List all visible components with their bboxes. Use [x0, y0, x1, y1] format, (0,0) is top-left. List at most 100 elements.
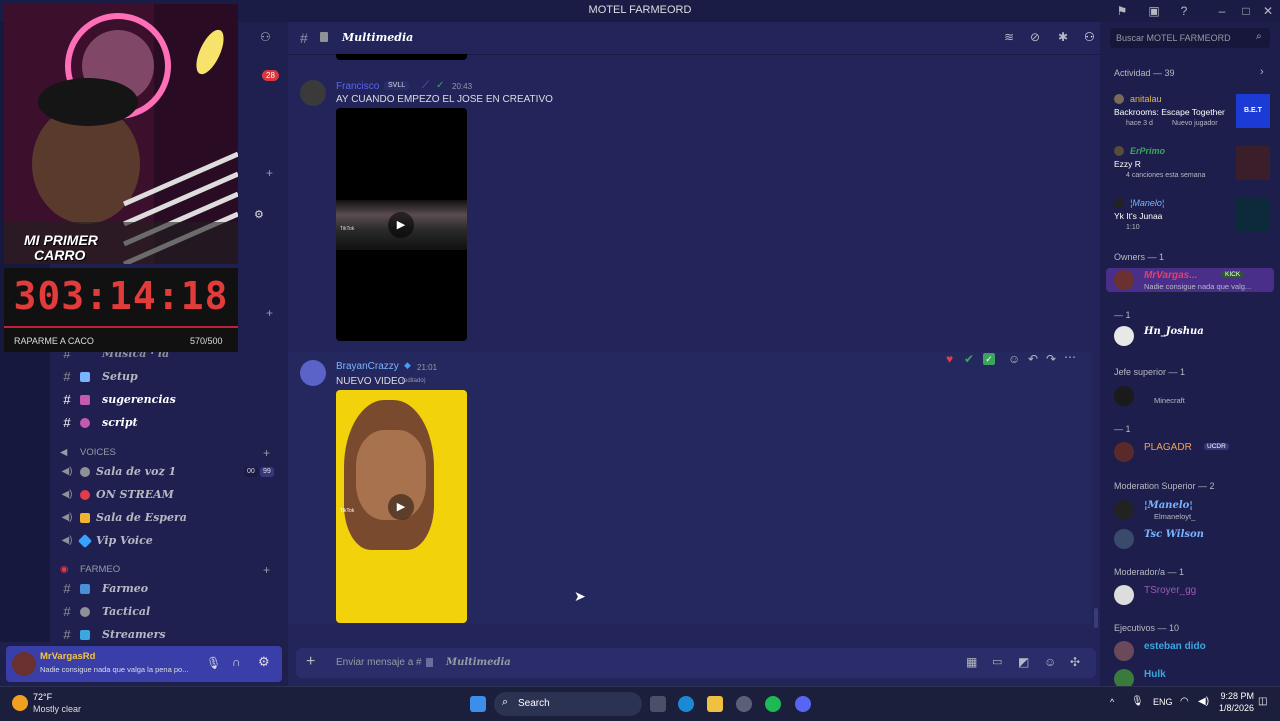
video-embed[interactable]: TikTok ▶: [336, 390, 467, 623]
windows-start-icon[interactable]: [470, 696, 486, 712]
checkbox-reaction-icon[interactable]: ✓: [983, 353, 995, 365]
timer-value: 303:14:18: [13, 274, 229, 318]
screen-icon[interactable]: ▣: [1146, 3, 1162, 19]
activity-item[interactable]: ¦Manelo¦ Yk It's Junaa 1:10: [1100, 198, 1280, 244]
file-explorer-icon[interactable]: [707, 696, 723, 712]
member-row[interactable]: Minecraft: [1100, 384, 1280, 408]
mute-notifications-icon[interactable]: ⊘: [1030, 30, 1040, 44]
activity-title: Backrooms: Escape Together: [1114, 107, 1225, 117]
clock-time[interactable]: 9:28 PM: [1218, 691, 1254, 701]
clock-date[interactable]: 1/8/2026: [1210, 703, 1254, 713]
member-row[interactable]: ¦Manelo¦ Elmaneloyt_: [1100, 498, 1280, 522]
discord-icon[interactable]: [795, 696, 811, 712]
volume-icon[interactable]: ◀): [1198, 696, 1209, 707]
member-name: TSroyer_gg: [1144, 585, 1197, 596]
help-icon[interactable]: ?: [1176, 3, 1192, 19]
app-icon[interactable]: [736, 696, 752, 712]
message-composer[interactable]: + Enviar mensaje a # Multimedia ▦ ▭ ◩ ☺ …: [296, 648, 1096, 678]
search-input[interactable]: Buscar MOTEL FARMEORD ⌕: [1110, 28, 1270, 48]
message-author[interactable]: Francisco: [336, 81, 379, 92]
member-row[interactable]: Tsc Wilson: [1100, 527, 1280, 551]
notification-bell-icon[interactable]: ◫: [1258, 696, 1267, 707]
member-row[interactable]: PLAGADR UCDR: [1100, 440, 1280, 464]
chevron-up-icon[interactable]: ^: [1110, 697, 1114, 707]
member-list-icon[interactable]: ⚇: [1084, 30, 1095, 44]
channel-item-setup[interactable]: # Setup: [58, 367, 282, 387]
video-embed[interactable]: TikTok ▶: [336, 108, 467, 341]
language-indicator[interactable]: ENG: [1153, 697, 1173, 707]
upload-plus-icon[interactable]: +: [306, 653, 315, 671]
more-options-icon[interactable]: ⋯: [1064, 350, 1076, 364]
inbox-icon[interactable]: ⚑: [1114, 3, 1130, 19]
voice-channel-sala-de-espera[interactable]: ◀) Sala de Espera: [58, 508, 282, 528]
channel-item-script[interactable]: # script: [58, 413, 282, 433]
voice-channel-vip-voice[interactable]: ◀) Vip Voice: [58, 531, 282, 551]
channel-emoji-icon: [426, 658, 433, 667]
play-icon[interactable]: ▶: [388, 494, 414, 520]
channel-emoji-icon: [80, 395, 90, 405]
user-panel[interactable]: MrVargasRd Nadie consigue nada que valga…: [6, 646, 282, 682]
channel-item-farmeo[interactable]: # Farmeo: [58, 579, 282, 599]
microphone-icon[interactable]: 🎙︎: [1131, 696, 1144, 707]
add-channel-icon[interactable]: +: [263, 562, 270, 578]
member-row[interactable]: MrVargas... KICK Nadie consigue nada que…: [1106, 268, 1274, 292]
taskbar-search[interactable]: ⌕ Search: [494, 692, 642, 716]
task-view-icon[interactable]: [650, 696, 666, 712]
channel-item-tactical[interactable]: # Tactical: [58, 602, 282, 622]
avatar[interactable]: [12, 652, 36, 676]
member-row[interactable]: esteban dido: [1100, 639, 1280, 663]
webcam-caption-2: CARRO: [34, 247, 86, 263]
avatar[interactable]: [300, 360, 326, 386]
gif-icon[interactable]: ▭: [992, 655, 1002, 668]
pin-icon[interactable]: ✱: [1058, 30, 1068, 44]
activity-user: ¦Manelo¦: [1130, 198, 1165, 208]
edge-icon[interactable]: [678, 696, 694, 712]
role-icon: ⟋: [422, 80, 429, 91]
close-icon[interactable]: ✕: [1260, 3, 1276, 19]
category-voices[interactable]: ◀ VOICES +: [58, 445, 282, 461]
member-row[interactable]: TSroyer_gg: [1100, 583, 1280, 607]
hash-icon: #: [63, 392, 71, 407]
channel-settings-icon[interactable]: ⚙: [254, 208, 264, 221]
apps-icon[interactable]: ✣: [1070, 655, 1080, 669]
message-author[interactable]: BrayanCrazzy: [336, 361, 399, 372]
channel-item-sugerencias[interactable]: # sugerencias: [58, 390, 282, 410]
member-name: MrVargas...: [1144, 270, 1198, 281]
weather-icon[interactable]: [12, 695, 28, 711]
settings-gear-icon[interactable]: ⚙: [258, 654, 270, 670]
add-reaction-icon[interactable]: ☺: [1008, 352, 1020, 366]
hash-icon: #: [63, 604, 71, 619]
voice-channel-sala-de-voz-1[interactable]: ◀) Sala de voz 1 00 99: [58, 462, 282, 482]
add-channel-icon[interactable]: +: [263, 445, 270, 461]
spotify-icon[interactable]: [765, 696, 781, 712]
avatar[interactable]: [300, 80, 326, 106]
headphones-icon[interactable]: ∩: [232, 655, 241, 669]
voice-channel-on-stream[interactable]: ◀) ON STREAM: [58, 485, 282, 505]
activity-item[interactable]: ErPrimo Ezzy R 4 canciones esta semana: [1100, 146, 1280, 192]
category-farmeo[interactable]: ◉ FARMEO +: [58, 562, 282, 578]
create-channel-icon[interactable]: +: [266, 306, 273, 320]
minimize-icon[interactable]: –: [1214, 3, 1230, 19]
member-row[interactable]: Hn_Joshua: [1100, 324, 1280, 348]
play-icon[interactable]: ▶: [388, 212, 414, 238]
search-icon: ⌕: [502, 696, 509, 708]
maximize-icon[interactable]: □: [1238, 3, 1254, 19]
user-name: MrVargasRd: [40, 651, 96, 662]
emoji-icon[interactable]: ☺: [1044, 655, 1056, 669]
add-member-icon[interactable]: ⚇: [260, 30, 271, 44]
activity-item[interactable]: anitalau Backrooms: Escape Together hace…: [1100, 94, 1280, 140]
create-channel-icon[interactable]: +: [266, 166, 273, 180]
forward-icon[interactable]: ↷: [1046, 352, 1056, 366]
threads-icon[interactable]: ≋: [1004, 30, 1014, 44]
wifi-icon[interactable]: ◠: [1180, 696, 1189, 707]
scrollbar-thumb[interactable]: [1094, 608, 1098, 628]
chevron-right-icon[interactable]: ›: [1260, 66, 1264, 78]
heart-reaction-icon[interactable]: ♥: [946, 352, 953, 366]
reply-icon[interactable]: ↶: [1028, 352, 1038, 366]
check-reaction-icon[interactable]: ✔: [964, 352, 974, 366]
sticker-icon[interactable]: ◩: [1018, 655, 1029, 669]
channel-item-streamers[interactable]: # Streamers: [58, 625, 282, 645]
microphone-icon[interactable]: 🎙︎: [206, 656, 221, 670]
gift-icon[interactable]: ▦: [966, 655, 977, 669]
hash-icon: #: [63, 369, 71, 384]
